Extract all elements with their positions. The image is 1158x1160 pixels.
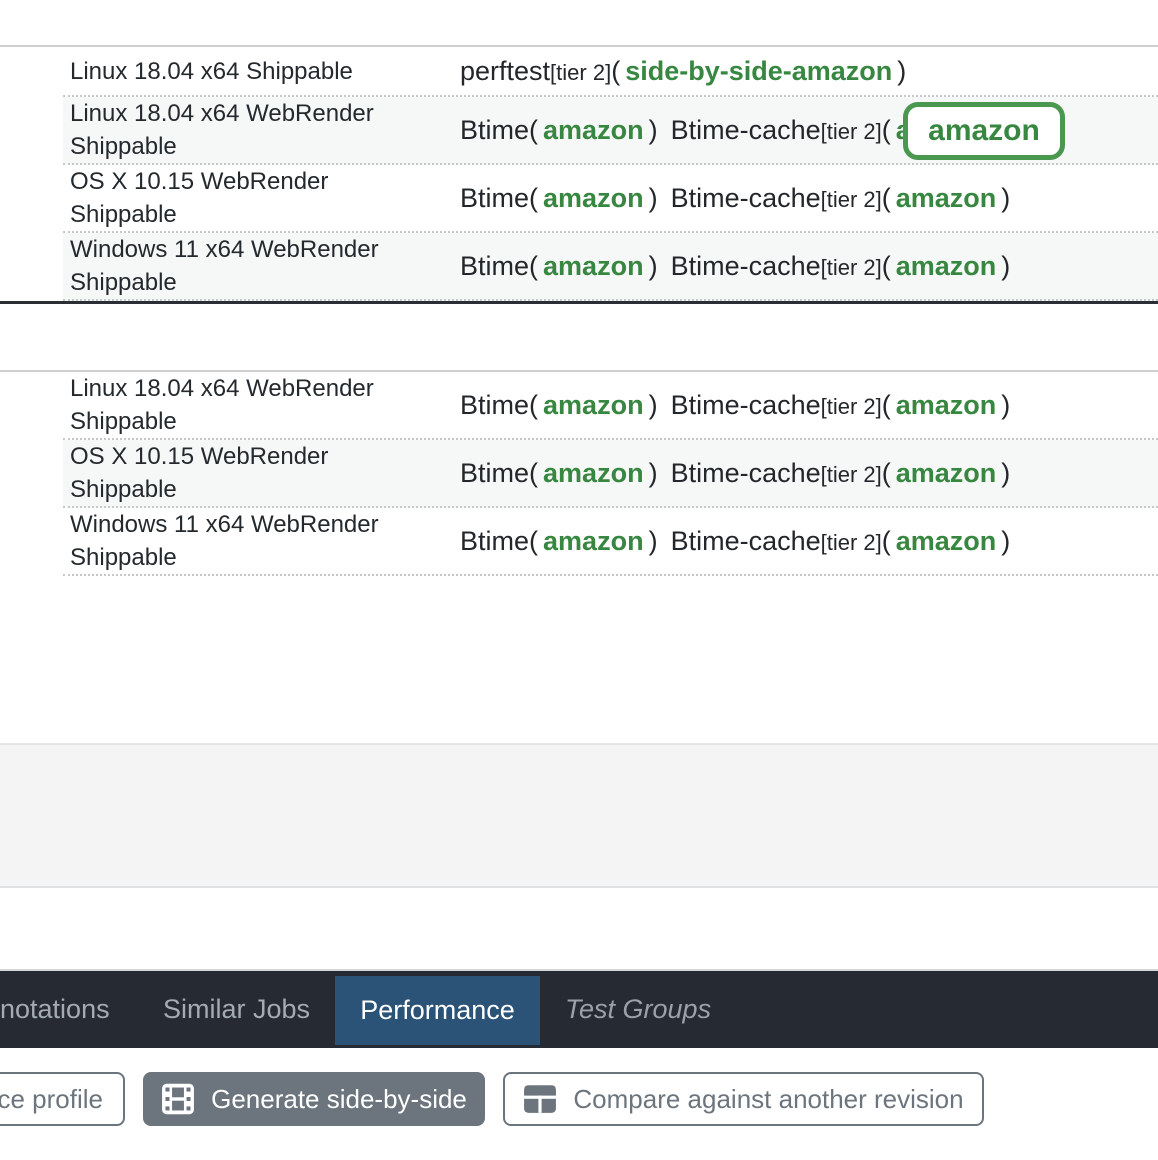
platform-label: Linux 18.04 x64 WebRender Shippable [63,372,445,438]
job-symbol: amazon [891,526,1002,557]
profile-button[interactable]: ce profile [0,1072,125,1126]
job-tier: [tier 2] [550,60,611,86]
platform-label: Linux 18.04 x64 WebRender Shippable [63,97,445,163]
job-name: Btime-cache [671,115,821,146]
selected-job-highlight[interactable]: amazon [903,102,1065,160]
job-symbol: side-by-side-amazon [620,56,897,87]
job-symbol: amazon [538,458,649,489]
table-icon [523,1084,557,1114]
job-name: Btime [460,251,529,282]
job-tier: [tier 2] [821,187,882,213]
job-button-btime[interactable]: Btime(amazon) [460,458,658,489]
job-name: Btime-cache [671,390,821,421]
job-button-btime[interactable]: Btime(amazon) [460,526,658,557]
platform-label: Windows 11 x64 WebRender Shippable [63,233,445,299]
tab-test-groups[interactable]: Test Groups [565,971,711,1048]
generate-side-by-side-button[interactable]: Generate side-by-side [143,1072,485,1126]
platform-label: OS X 10.15 WebRender Shippable [63,440,445,506]
job-symbol: amazon [538,390,649,421]
job-name: Btime [460,526,529,557]
job-button-btime[interactable]: Btime(amazon) [460,115,658,146]
job-symbol: amazon [538,183,649,214]
performance-actions-row: ce profile Generate side-by-side [0,1072,1158,1126]
platform-label: OS X 10.15 WebRender Shippable [63,165,445,231]
job-tier: [tier 2] [821,255,882,281]
compare-revision-button[interactable]: Compare against another revision [503,1072,984,1126]
job-button-btime[interactable]: Btime(amazon) [460,390,658,421]
jobs-cell: Btime(amazon) Btime-cache[tier 2](amazon… [445,508,1158,574]
job-button-btime-cache[interactable]: Btime-cache[tier 2](amazon) [671,458,1011,489]
job-name: perftest [460,56,550,87]
details-panel-placeholder [0,743,1158,888]
selected-job-label: amazon [928,114,1040,148]
jobs-cell: Btime(amazon) Btime-cache[tier 2](amazon… [445,165,1158,231]
job-name: Btime-cache [671,251,821,282]
table-row: OS X 10.15 WebRender Shippable Btime(ama… [0,165,1158,233]
job-symbol: amazon [891,458,1002,489]
job-button-btime[interactable]: Btime(amazon) [460,251,658,282]
job-name: Btime-cache [671,526,821,557]
job-name: Btime-cache [671,458,821,489]
push-job-table-2: Linux 18.04 x64 WebRender Shippable Btim… [0,370,1158,576]
job-button-btime[interactable]: Btime(amazon) [460,183,658,214]
details-panel-tabbar: notations Similar Jobs Performance Test … [0,971,1158,1048]
jobs-cell: Btime(amazon) Btime-cache[tier 2](amazon… [445,372,1158,438]
job-button-btime-cache[interactable]: Btime-cache[tier 2](amazon) [671,251,1011,282]
job-tier: [tier 2] [821,119,882,145]
treeherder-page: Linux 18.04 x64 Shippable perftest[tier … [0,0,1158,1160]
job-name: Btime [460,390,529,421]
job-tier: [tier 2] [821,530,882,556]
table-row: OS X 10.15 WebRender Shippable Btime(ama… [0,440,1158,508]
jobs-cell: Btime(amazon) Btime-cache[tier 2](amazon… [445,440,1158,506]
job-name: Btime [460,183,529,214]
job-name: Btime-cache [671,183,821,214]
jobs-cell: perftest[tier 2](side-by-side-amazon) [445,47,1158,95]
push-job-table-1: Linux 18.04 x64 Shippable perftest[tier … [0,45,1158,304]
table-row: Linux 18.04 x64 WebRender Shippable Btim… [0,372,1158,440]
job-button-btime-cache[interactable]: Btime-cache[tier 2](amazon) [671,526,1011,557]
job-symbol: amazon [538,251,649,282]
job-tier: [tier 2] [821,394,882,420]
job-symbol: amazon [891,183,1002,214]
tab-performance[interactable]: Performance [335,976,540,1045]
tab-similar-jobs[interactable]: Similar Jobs [163,971,310,1048]
job-tier: [tier 2] [821,462,882,488]
tab-annotations[interactable]: notations [0,971,110,1048]
platform-label: Linux 18.04 x64 Shippable [63,47,445,95]
job-name: Btime [460,115,529,146]
job-symbol: amazon [538,115,649,146]
film-icon [161,1082,195,1116]
job-symbol: amazon [891,251,1002,282]
table-row: Linux 18.04 x64 Shippable perftest[tier … [0,47,1158,97]
table-row: Windows 11 x64 WebRender Shippable Btime… [0,233,1158,301]
table-row: Windows 11 x64 WebRender Shippable Btime… [0,508,1158,576]
platform-label: Windows 11 x64 WebRender Shippable [63,508,445,574]
job-symbol: amazon [538,526,649,557]
job-name: Btime [460,458,529,489]
jobs-cell: Btime(amazon) Btime-cache[tier 2](amazon… [445,233,1158,299]
job-button-btime-cache[interactable]: Btime-cache[tier 2](amazon) [671,390,1011,421]
job-symbol: amazon [891,390,1002,421]
job-button-btime-cache[interactable]: Btime-cache[tier 2](amazon) [671,183,1011,214]
job-button-perftest[interactable]: perftest[tier 2](side-by-side-amazon) [460,56,906,87]
